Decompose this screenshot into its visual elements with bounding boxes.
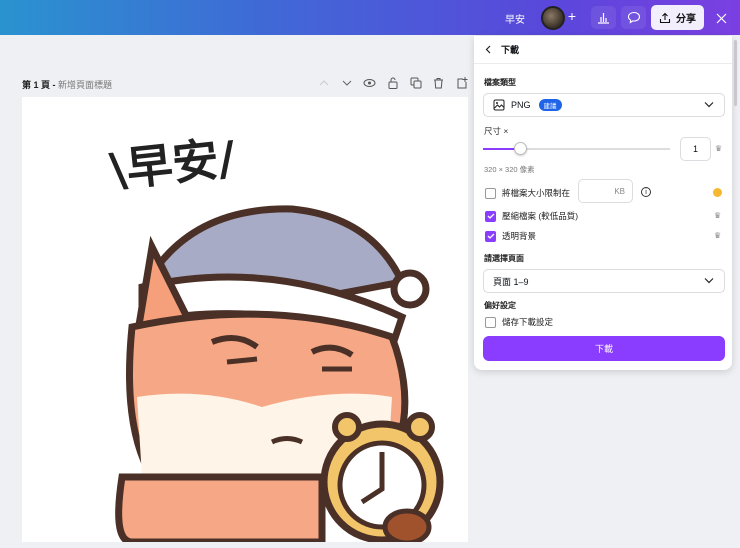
crown-icon: ♛ xyxy=(714,211,722,220)
pages-select[interactable]: 頁面 1–9 xyxy=(483,269,725,293)
premium-badge-icon xyxy=(713,188,722,197)
pages-value: 頁面 1–9 xyxy=(493,276,529,287)
lock-page-button[interactable] xyxy=(386,76,399,89)
bar-chart-icon xyxy=(598,13,609,24)
upload-icon xyxy=(659,12,671,23)
add-page-button[interactable] xyxy=(455,76,468,89)
select-pages-label: 請選擇頁面 xyxy=(484,254,524,263)
page-title-input[interactable]: 新增頁面標題 xyxy=(58,80,112,90)
transparent-checkbox[interactable] xyxy=(485,230,496,242)
save-settings-label: 儲存下載設定 xyxy=(502,317,554,327)
chevron-left-icon xyxy=(485,45,491,54)
crown-icon: ♛ xyxy=(714,231,722,240)
chevron-down-icon xyxy=(342,80,351,86)
check-icon xyxy=(487,213,494,219)
delete-page-button[interactable] xyxy=(432,76,445,89)
image-icon xyxy=(493,99,505,111)
download-button[interactable]: 下載 xyxy=(483,336,725,361)
close-button[interactable] xyxy=(713,10,729,26)
save-settings-checkbox[interactable] xyxy=(485,316,496,328)
design-title[interactable]: 早安 xyxy=(500,11,530,26)
slider-thumb[interactable] xyxy=(514,142,528,155)
panel-header: 下載 xyxy=(474,36,732,64)
close-icon xyxy=(716,13,726,23)
chevron-down-icon xyxy=(704,278,714,284)
limit-size-label: 將檔案大小限制在 xyxy=(502,188,571,198)
recommended-badge: 建議 xyxy=(538,99,562,111)
share-label: 分享 xyxy=(676,14,696,25)
size-label: 尺寸 × xyxy=(484,126,509,136)
limit-size-checkbox[interactable] xyxy=(485,187,496,199)
move-up-button[interactable] xyxy=(317,76,330,89)
transparent-label: 透明背景 xyxy=(502,231,537,241)
unlock-icon xyxy=(388,77,397,89)
back-button[interactable] xyxy=(485,45,491,54)
duplicate-page-button[interactable] xyxy=(409,76,422,89)
hide-page-button[interactable] xyxy=(363,76,376,89)
eye-icon xyxy=(363,78,376,87)
move-down-button[interactable] xyxy=(340,76,353,89)
transparent-option: 透明背景 xyxy=(485,230,536,242)
top-bar: 早安 + 分享 xyxy=(0,0,740,35)
crown-icon: ♛ xyxy=(715,144,723,153)
chevron-up-icon xyxy=(319,79,328,85)
chevron-down-icon xyxy=(704,102,714,108)
add-page-icon xyxy=(457,76,467,88)
size-limit-input[interactable]: KB xyxy=(578,179,633,203)
preferences-label: 偏好設定 xyxy=(484,301,516,310)
file-type-label: 檔案類型 xyxy=(484,78,516,87)
comment-icon xyxy=(627,11,640,24)
compress-label: 壓縮檔案 (較低品質) xyxy=(502,211,579,221)
limit-size-option: 將檔案大小限制在 xyxy=(485,187,570,199)
comments-button[interactable] xyxy=(621,6,646,29)
sticker-text: \早安/ xyxy=(107,131,238,198)
compress-checkbox[interactable] xyxy=(485,210,496,222)
size-pixels: 320 × 320 像素 xyxy=(484,165,535,174)
insights-button[interactable] xyxy=(591,6,616,29)
panel-title: 下載 xyxy=(501,45,520,55)
download-panel: 下載 檔案類型 PNG 建議 尺寸 × 1 ♛ 320 × 320 像素 將檔案… xyxy=(474,36,732,370)
fox-sticker-illustration: \早安/ xyxy=(107,131,444,542)
trash-icon xyxy=(434,77,443,88)
info-icon[interactable]: i xyxy=(641,187,651,197)
file-type-value: PNG xyxy=(511,100,531,110)
duplicate-icon xyxy=(410,77,421,88)
page-header: 第 1 頁 - 新增頁面標題 xyxy=(22,78,112,91)
separator: - xyxy=(50,80,59,90)
page-toolbar xyxy=(317,76,468,89)
compress-option: 壓縮檔案 (較低品質) xyxy=(485,210,578,222)
file-type-select[interactable]: PNG 建議 xyxy=(483,93,725,117)
page-number: 第 1 頁 xyxy=(22,80,51,90)
add-collaborator-button[interactable]: + xyxy=(565,8,579,24)
design-canvas[interactable]: \早安/ xyxy=(22,97,468,542)
save-settings-option: 儲存下載設定 xyxy=(485,316,553,328)
check-icon xyxy=(487,233,494,239)
share-button[interactable]: 分享 xyxy=(651,5,704,30)
panel-scrollbar[interactable] xyxy=(734,40,737,106)
size-slider[interactable] xyxy=(483,148,670,150)
avatar[interactable] xyxy=(541,6,565,30)
size-multiplier-input[interactable]: 1 xyxy=(680,137,711,161)
